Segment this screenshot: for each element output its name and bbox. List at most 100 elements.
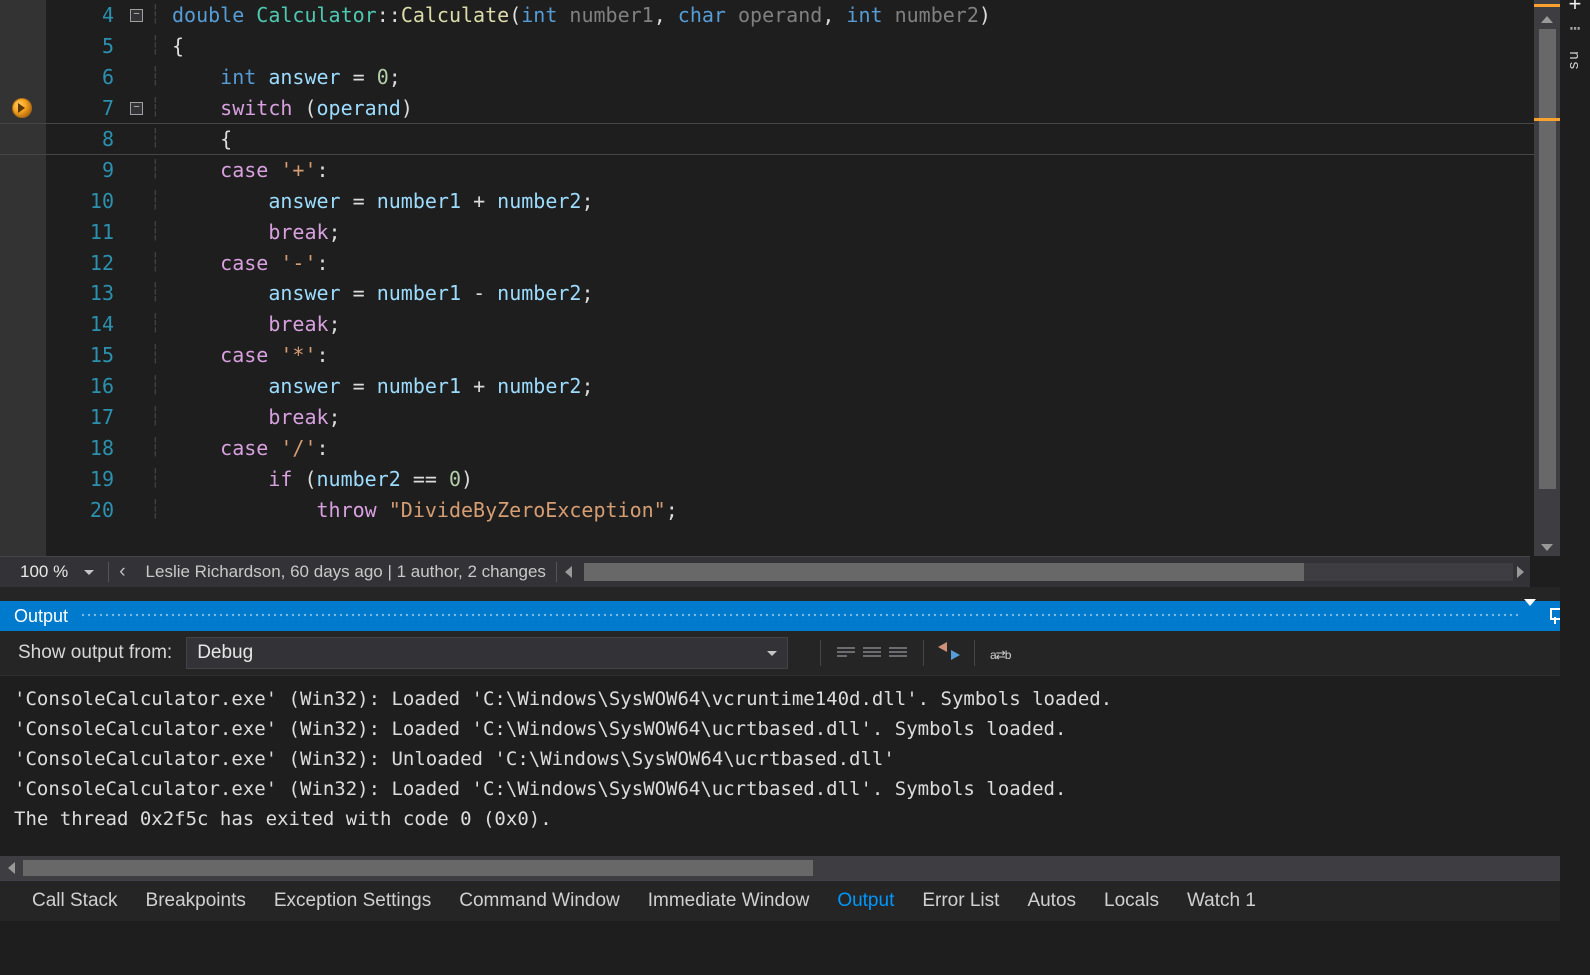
line-number: 7: [46, 96, 128, 120]
code-line[interactable]: answer = number1 + number2;: [172, 189, 594, 213]
nav-back-icon[interactable]: ‹: [109, 561, 135, 583]
indent-guide: ┆: [150, 437, 172, 459]
plus-icon[interactable]: +: [1560, 0, 1590, 18]
output-line: 'ConsoleCalculator.exe' (Win32): Unloade…: [14, 744, 1576, 774]
code-line[interactable]: switch (operand): [172, 96, 413, 120]
code-line[interactable]: double Calculator::Calculate(int number1…: [172, 3, 991, 27]
indent-guide: ┆: [150, 468, 172, 490]
tab-locals[interactable]: Locals: [1090, 884, 1173, 918]
line-number: 8: [46, 127, 128, 151]
indent-guide: ┆: [150, 313, 172, 335]
indent-guide: ┆: [150, 128, 172, 150]
line-number: 15: [46, 343, 128, 367]
fold-toggle-icon[interactable]: −: [130, 102, 143, 115]
panel-grip[interactable]: [80, 612, 1518, 620]
line-number: 10: [46, 189, 128, 213]
indent-guide: ┆: [150, 4, 172, 26]
code-line[interactable]: case '/':: [172, 436, 329, 460]
tab-error-list[interactable]: Error List: [908, 884, 1013, 918]
tab-autos[interactable]: Autos: [1013, 884, 1090, 918]
breakpoint-margin[interactable]: [0, 0, 46, 556]
panel-splitter[interactable]: [0, 587, 1590, 601]
output-source-dropdown[interactable]: Debug: [186, 637, 788, 669]
tab-breakpoints[interactable]: Breakpoints: [132, 884, 260, 918]
prev-message-icon[interactable]: [859, 643, 885, 664]
rail-separator: ⋯: [1560, 18, 1590, 40]
scroll-up-arrow-icon[interactable]: [1541, 16, 1553, 23]
code-line[interactable]: if (number2 == 0): [172, 467, 473, 491]
clear-all-icon[interactable]: [936, 642, 962, 665]
execution-pointer-icon[interactable]: [12, 98, 32, 118]
right-dock-rail[interactable]: + ⋯ su: [1560, 0, 1590, 975]
hscroll-left-arrow-icon[interactable]: [8, 862, 15, 874]
line-number: 19: [46, 467, 128, 491]
line-number: 16: [46, 374, 128, 398]
code-line[interactable]: {: [172, 34, 184, 58]
tab-call-stack[interactable]: Call Stack: [18, 884, 132, 918]
line-number: 6: [46, 65, 128, 89]
output-text-area[interactable]: 'ConsoleCalculator.exe' (Win32): Loaded …: [0, 676, 1590, 856]
collapsed-panel-label[interactable]: su: [1566, 50, 1583, 70]
code-line[interactable]: break;: [172, 312, 341, 336]
code-line[interactable]: throw "DivideByZeroException";: [172, 498, 678, 522]
indent-guide: ┆: [150, 344, 172, 366]
code-line[interactable]: break;: [172, 405, 341, 429]
output-panel-header[interactable]: Output: [0, 601, 1590, 631]
line-number: 4: [46, 3, 128, 27]
tab-immediate-window[interactable]: Immediate Window: [634, 884, 824, 918]
editor-horizontal-scrollbar[interactable]: [584, 563, 1513, 581]
tab-exception-settings[interactable]: Exception Settings: [260, 884, 445, 918]
code-line[interactable]: case '-':: [172, 251, 329, 275]
window-position-dropdown-icon[interactable]: [1518, 606, 1542, 627]
fold-toggle-icon[interactable]: −: [130, 9, 143, 22]
codelens-info[interactable]: Leslie Richardson, 60 days ago | 1 autho…: [136, 562, 556, 582]
editor-vertical-scrollbar[interactable]: [1534, 0, 1560, 556]
scroll-thumb[interactable]: [23, 860, 813, 876]
line-number: 5: [46, 34, 128, 58]
output-source-value: Debug: [197, 642, 253, 664]
line-number: 11: [46, 220, 128, 244]
find-message-icon[interactable]: [833, 643, 859, 664]
next-message-icon[interactable]: [885, 643, 911, 664]
zoom-level[interactable]: 100 %: [0, 562, 82, 582]
indent-guide: ┆: [150, 499, 172, 521]
code-line[interactable]: break;: [172, 220, 341, 244]
line-number: 9: [46, 158, 128, 182]
code-text-area[interactable]: double Calculator::Calculate(int number1…: [172, 0, 1560, 556]
scroll-thumb[interactable]: [584, 563, 1304, 581]
tab-watch-1[interactable]: Watch 1: [1173, 884, 1270, 918]
line-number-gutter: 4567891011121314151617181920: [46, 0, 128, 556]
output-line: 'ConsoleCalculator.exe' (Win32): Loaded …: [14, 774, 1576, 804]
code-line[interactable]: answer = number1 + number2;: [172, 374, 594, 398]
code-line[interactable]: case '*':: [172, 343, 329, 367]
zoom-dropdown-icon[interactable]: [84, 570, 94, 575]
code-line[interactable]: int answer = 0;: [172, 65, 401, 89]
scroll-thumb[interactable]: [1539, 29, 1556, 489]
line-number: 13: [46, 281, 128, 305]
hscroll-left-arrow-icon[interactable]: [565, 566, 572, 578]
line-number: 20: [46, 498, 128, 522]
indent-guide: ┆: [150, 252, 172, 274]
line-number: 12: [46, 251, 128, 275]
indent-guide-gutter: ┆┆┆┆┆┆┆┆┆┆┆┆┆┆┆┆┆: [150, 0, 172, 556]
code-line[interactable]: answer = number1 - number2;: [172, 281, 594, 305]
code-editor[interactable]: 4567891011121314151617181920 −− ┆┆┆┆┆┆┆┆…: [0, 0, 1560, 556]
divider: [556, 562, 557, 582]
output-panel-title: Output: [14, 606, 68, 627]
line-number: 14: [46, 312, 128, 336]
hscroll-right-arrow-icon[interactable]: [1517, 566, 1524, 578]
fold-gutter[interactable]: −−: [128, 0, 150, 556]
tab-command-window[interactable]: Command Window: [445, 884, 634, 918]
divider: [923, 640, 924, 666]
code-line[interactable]: {: [172, 127, 232, 151]
indent-guide: ┆: [150, 282, 172, 304]
output-horizontal-scrollbar[interactable]: [0, 856, 1590, 880]
tab-output[interactable]: Output: [823, 884, 908, 918]
scroll-down-arrow-icon[interactable]: [1541, 544, 1553, 551]
scroll-track[interactable]: [23, 860, 1575, 876]
toggle-word-wrap-icon[interactable]: [987, 643, 1013, 664]
tool-window-tabs: Call StackBreakpointsException SettingsC…: [0, 880, 1590, 921]
indent-guide: ┆: [150, 159, 172, 181]
indent-guide: ┆: [150, 190, 172, 212]
code-line[interactable]: case '+':: [172, 158, 329, 182]
